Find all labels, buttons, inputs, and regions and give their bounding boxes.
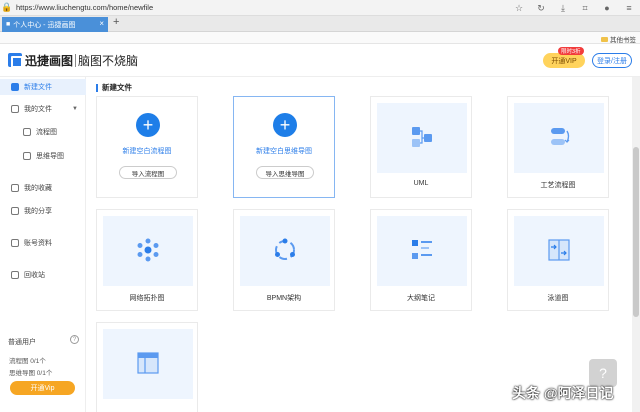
url-field[interactable]: https://www.liuchengtu.com/home/newfile (16, 3, 153, 12)
brand-divider (75, 54, 76, 67)
file-icon (11, 105, 19, 113)
lock-icon: 🔒 (1, 2, 13, 12)
sidebar-item-account[interactable]: 账号资料 (0, 235, 86, 251)
page-scrollbar[interactable] (632, 77, 640, 412)
template-thumbnail (377, 103, 467, 173)
trash-icon (11, 271, 19, 279)
sidebar-item-label: 账号资料 (24, 240, 52, 247)
sidebar-item-label: 新建文件 (24, 84, 52, 91)
browser-tab[interactable]: ■ 个人中心 - 迅捷画图 × (2, 17, 108, 32)
sidebar-item-label: 回收站 (24, 272, 45, 279)
sidebar-item-label: 我的收藏 (24, 185, 52, 192)
template-card-outline[interactable]: 大纲笔记 (370, 209, 472, 311)
new-file-icon (11, 83, 19, 91)
template-label: 工艺流程图 (540, 182, 576, 189)
flowchart-quota: 流程图 0/1个 (9, 358, 46, 365)
bpmn-icon (275, 238, 295, 260)
watermark: 头条 @阿泽日记 (512, 385, 614, 401)
sidebar-item-label: 思维导图 (36, 153, 64, 160)
template-thumbnail (103, 329, 193, 399)
menu-icon[interactable]: ≡ (622, 1, 636, 15)
help-icon[interactable]: ? (70, 335, 79, 344)
brand-name[interactable]: 迅捷画图 (25, 52, 73, 69)
user-type-label: 普通用户 (8, 339, 36, 346)
sidebar-vip-button[interactable]: 开通Vip (10, 381, 75, 395)
template-card-process[interactable]: 工艺流程图 (507, 96, 609, 198)
login-register-button[interactable]: 登录/注册 (592, 53, 632, 68)
card-title[interactable]: 新建空白思维导图 (234, 146, 334, 156)
template-thumbnail (514, 216, 604, 286)
template-label: 大纲笔记 (407, 295, 435, 302)
card-title[interactable]: 新建空白流程图 (97, 146, 197, 156)
discount-badge: 限时3折 (558, 47, 584, 55)
sidebar-item-shares[interactable]: 我的分享 (0, 203, 86, 219)
close-tab-icon[interactable]: × (99, 19, 104, 28)
sidebar-item-recycle-bin[interactable]: 回收站 (0, 267, 86, 283)
folder-icon (601, 36, 608, 42)
template-card-uml[interactable]: UML (370, 96, 472, 198)
template-card-layout[interactable] (96, 322, 198, 412)
account-icon (11, 239, 19, 247)
template-thumbnail (514, 103, 604, 173)
share-icon (11, 207, 19, 215)
tab-strip: ■ 个人中心 - 迅捷画图 × + (0, 16, 640, 32)
process-icon (551, 128, 570, 145)
download-icon[interactable]: ⤓ (556, 1, 570, 15)
sidebar-item-label: 我的文件 (24, 106, 52, 113)
new-tab-button[interactable]: + (113, 16, 119, 28)
plus-icon[interactable]: + (136, 113, 160, 137)
import-mindmap-button[interactable]: 导入思维导图 (256, 166, 314, 179)
template-card-bpmn[interactable]: BPMN架构 (233, 209, 335, 311)
template-label: 泳道图 (547, 295, 569, 302)
mindmap-icon (23, 152, 31, 160)
other-bookmarks[interactable]: 其他书签 (601, 34, 636, 44)
layout-icon (137, 352, 159, 374)
sidebar-item-mindmap[interactable]: 思维导图 (0, 148, 86, 164)
chevron-down-icon[interactable]: ▼ (72, 106, 78, 112)
swimlane-icon (548, 239, 570, 261)
refresh-icon[interactable]: ↻ (534, 1, 548, 15)
bookmarks-bar: 其他书签 (0, 32, 640, 44)
extension-icon[interactable]: ● (600, 1, 614, 15)
section-title: 新建文件 (96, 84, 132, 92)
tab-favicon-icon: ■ (6, 21, 11, 28)
tab-title: 个人中心 - 迅捷画图 (13, 21, 76, 29)
browser-address-bar: 🔒 https://www.liuchengtu.com/home/newfil… (0, 0, 640, 16)
mindmap-quota: 思维导图 0/1个 (9, 370, 53, 377)
template-thumbnail (377, 216, 467, 286)
sidebar-item-flowchart[interactable]: 流程图 (0, 124, 86, 140)
sidebar-item-new-file[interactable]: 新建文件 (0, 79, 86, 95)
logo-icon[interactable] (8, 53, 23, 68)
slogan: 脑图不烧脑 (78, 54, 139, 68)
sidebar-item-label: 我的分享 (24, 208, 52, 215)
flowchart-icon (23, 128, 31, 136)
template-label: BPMN架构 (266, 295, 302, 302)
sidebar-item-favorites[interactable]: 我的收藏 (0, 180, 86, 196)
new-blank-flowchart-card[interactable]: + 新建空白流程图 导入流程图 (96, 96, 198, 198)
plus-icon[interactable]: + (273, 113, 297, 137)
crop-icon[interactable]: ⌗ (578, 1, 592, 15)
other-bookmarks-label: 其他书签 (610, 37, 636, 44)
uml-icon (412, 127, 432, 147)
template-thumbnail (240, 216, 330, 286)
open-vip-button[interactable]: 开通VIP (543, 53, 585, 68)
template-card-network[interactable]: 网络拓扑图 (96, 209, 198, 311)
new-blank-mindmap-card[interactable]: + 新建空白思维导图 导入思维导图 (233, 96, 335, 198)
favorites-icon (11, 184, 19, 192)
sidebar-item-label: 流程图 (36, 129, 57, 136)
network-icon (137, 238, 159, 262)
template-thumbnail (103, 216, 193, 286)
sidebar-item-my-files[interactable]: 我的文件 ▼ (0, 101, 86, 117)
outline-icon (412, 240, 432, 259)
template-label: UML (413, 180, 429, 187)
browser-toolbar: ☆ ↻ ⤓ ⌗ ● ≡ (512, 1, 636, 15)
template-label: 网络拓扑图 (129, 295, 165, 302)
import-flowchart-button[interactable]: 导入流程图 (119, 166, 177, 179)
scrollbar-thumb[interactable] (633, 147, 639, 317)
template-card-swimlane[interactable]: 泳道图 (507, 209, 609, 311)
star-icon[interactable]: ☆ (512, 1, 526, 15)
